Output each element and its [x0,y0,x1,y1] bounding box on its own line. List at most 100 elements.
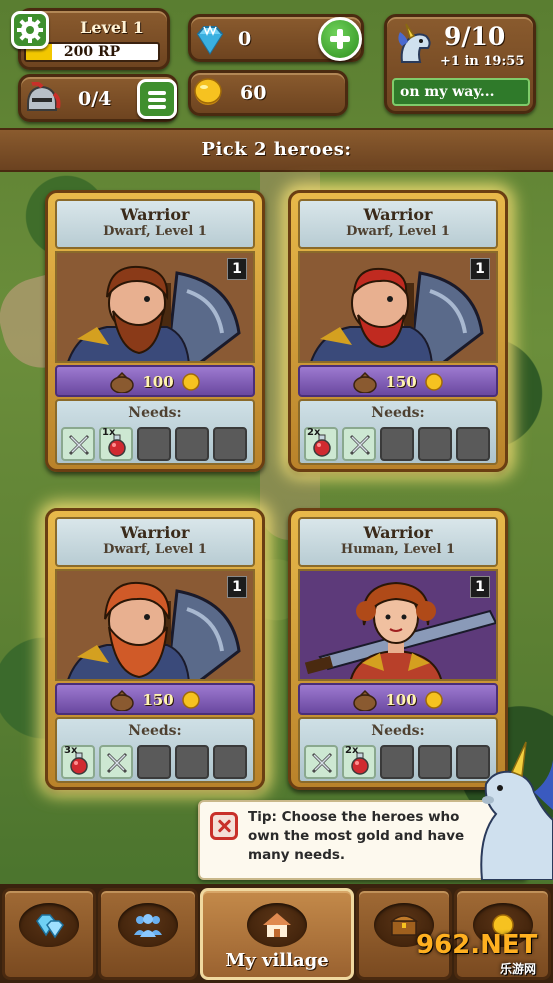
hero-price: 100 [385,691,417,709]
diamonds-icon [36,914,64,939]
price-bar: 150 [55,683,255,715]
empty-need-slot [456,427,490,461]
hero-portrait: 1 [55,251,255,363]
hero-list-button[interactable] [137,79,177,119]
needs-slots: 2x [304,427,496,461]
needs-label: Needs: [128,723,182,739]
card-header: Warrior Human, Level 1 [298,517,498,567]
hero-class: Warrior [120,523,190,542]
need-slot: 3x [61,745,95,779]
needs-box: Needs: 2x [298,399,498,465]
dwarf-warrior-portrait [57,571,253,679]
level-badge: 1 [470,576,490,598]
needs-box: Needs: 1x [55,399,255,465]
sword-icon [311,752,333,774]
level-badge: 1 [227,576,247,598]
need-quantity: 1x [102,427,116,438]
unicorn-status: on my way... [392,78,530,106]
need-slot [342,427,376,461]
nav-icon-frame [247,903,307,947]
empty-need-slot [137,427,171,461]
needs-slots: 1x [61,427,253,461]
hero-count: 0/4 [78,88,112,110]
unicorn-mascot-icon [480,741,553,880]
empty-need-slot [175,745,209,779]
need-quantity: 3x [64,745,78,756]
money-bag-icon [353,371,377,393]
level-badge: 1 [227,258,247,280]
card-header: Warrior Dwarf, Level 1 [55,517,255,567]
hero-race-level: Human, Level 1 [340,542,456,557]
money-bag-icon [353,689,377,711]
nav-icon-frame [118,903,178,947]
hero-price: 150 [385,373,417,391]
unicorn-count: 9/10 [444,22,506,51]
need-quantity: 2x [345,745,359,756]
coin-icon [194,78,222,105]
empty-need-slot [213,745,247,779]
need-slot: 1x [99,427,133,461]
watermark-logo: 962.NET 乐游网 [416,930,546,976]
unicorn-icon [398,23,431,63]
hero-portrait: 1 [55,569,255,681]
hero-price: 100 [142,373,174,391]
empty-need-slot [380,427,414,461]
need-slot [304,745,338,779]
needs-label: Needs: [128,405,182,421]
hero-price: 150 [142,691,174,709]
needs-label: Needs: [371,405,425,421]
sword-icon [106,752,128,774]
coin-icon [182,691,200,709]
nav-village-button[interactable]: My village [200,888,354,980]
house-icon [263,913,291,937]
watermark-text: 962.NET [416,930,538,960]
needs-box: Needs: 3x [55,717,255,783]
hero-portrait: 1 [298,251,498,363]
settings-button[interactable] [11,11,49,49]
dwarf-warrior-portrait [300,253,496,361]
hero-portrait: 1 [298,569,498,681]
empty-need-slot [175,427,209,461]
coin-icon [182,373,200,391]
need-quantity: 2x [307,427,321,438]
empty-need-slot [137,745,171,779]
pick-heroes-banner: Pick 2 heroes: [0,128,553,172]
nav-village-label: My village [225,950,329,971]
unicorn-timer: +1 in 19:55 [440,54,525,69]
close-tip-button[interactable] [210,812,238,840]
hero-card[interactable]: Warrior Dwarf, Level 1 1 100 Needs: 1x [45,190,265,472]
list-icon [148,105,166,109]
need-slot: 2x [342,745,376,779]
gold-count: 60 [240,82,267,104]
human-warrior-portrait [300,571,496,679]
nav-heroes-button[interactable] [98,888,198,980]
hero-card[interactable]: Warrior Dwarf, Level 1 1 150 [45,508,265,790]
need-slot [99,745,133,779]
sword-icon [349,434,371,456]
needs-label: Needs: [371,723,425,739]
price-bar: 150 [298,365,498,397]
tip-text: Tip: Choose the heroes who own the most … [248,809,465,863]
dwarf-warrior-portrait [57,253,253,361]
price-bar: 100 [55,365,255,397]
needs-slots: 2x [304,745,496,779]
money-bag-icon [110,371,134,393]
hero-race-level: Dwarf, Level 1 [103,224,207,239]
card-header: Warrior Dwarf, Level 1 [55,199,255,249]
empty-need-slot [418,427,452,461]
level-label: Level 1 [80,18,144,37]
price-bar: 100 [298,683,498,715]
need-slot: 2x [304,427,338,461]
money-bag-icon [110,689,134,711]
need-slot [61,427,95,461]
helmet-icon [27,82,61,111]
nav-gems-button[interactable] [2,888,96,980]
buy-gems-button[interactable] [318,17,362,61]
hero-class: Warrior [363,205,433,224]
watermark-subtext: 乐游网 [500,962,537,976]
list-icon [148,98,166,102]
nav-icon-frame [19,903,79,947]
empty-need-slot [213,427,247,461]
hero-card[interactable]: Warrior Dwarf, Level 1 1 150 [288,190,508,472]
hero-class: Warrior [363,523,433,542]
